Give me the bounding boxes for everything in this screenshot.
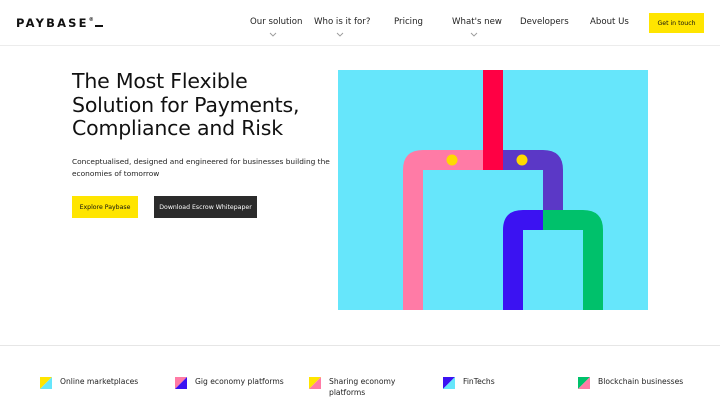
paybase-logo[interactable]: PAYBASE® (16, 16, 103, 30)
nav-whats-new[interactable]: What's new (452, 17, 502, 27)
nav-who-is-it-for[interactable]: Who is it for? (314, 17, 370, 27)
category-label: FinTechs (463, 377, 495, 386)
nav-our-solution[interactable]: Our solution (250, 17, 303, 27)
category-label: Online marketplaces (60, 377, 139, 386)
chevron-down-icon (336, 32, 344, 37)
fintech-icon (443, 377, 455, 389)
hero-subtitle: Conceptualised, designed and engineered … (72, 157, 330, 178)
yellow-dot-right (516, 154, 528, 166)
yellow-dot-left (446, 154, 458, 166)
download-whitepaper-button[interactable]: Download Escrow Whitepaper (154, 196, 257, 218)
blockchain-icon (578, 377, 590, 389)
chevron-down-icon (269, 32, 277, 37)
nav-developers[interactable]: Developers (520, 17, 569, 27)
hero-title: The Most Flexible Solution for Payments,… (72, 69, 300, 140)
sharing-economy-icon (309, 377, 321, 389)
category-label: Blockchain businesses (598, 377, 684, 386)
nav-about-us[interactable]: About Us (590, 17, 629, 27)
nav-pricing[interactable]: Pricing (394, 17, 423, 27)
hero-illustration (338, 70, 648, 310)
site-header: PAYBASE® Our solution Who is it for? Pri… (0, 0, 720, 46)
category-label: Gig economy platforms (195, 377, 284, 386)
section-divider (0, 345, 720, 346)
get-in-touch-button[interactable]: Get in touch (649, 13, 704, 33)
gig-economy-icon (175, 377, 187, 389)
red-pipe (483, 70, 503, 170)
explore-paybase-button[interactable]: Explore Paybase (72, 196, 138, 218)
category-label: Sharing economy platforms (329, 377, 396, 397)
marketplace-icon (40, 377, 52, 389)
chevron-down-icon (470, 32, 478, 37)
